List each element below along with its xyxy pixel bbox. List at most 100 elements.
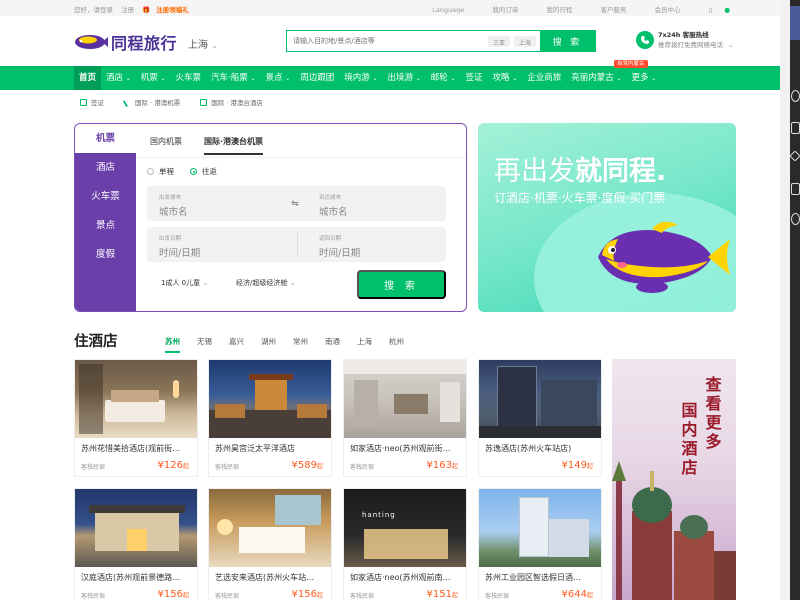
my-trips-link[interactable]: 我的行程 [546,6,572,14]
nav-item-guides[interactable]: 攻略 ⌄ [488,66,523,90]
tab-vacation[interactable]: 度假 [75,240,136,269]
return-date-field[interactable]: 返回日期 时间/日期 [307,227,446,262]
city-tab[interactable]: 苏州 [165,336,180,353]
flight-type-tabs: 国内机票 国际·港澳台机票 [150,136,285,155]
search-chip[interactable]: 上海 [513,36,536,47]
my-orders-link[interactable]: 我的订单 [492,6,518,14]
to-city-field[interactable]: 到达城市 城市名 [307,186,446,221]
hotel-card[interactable]: 汉庭酒店(苏州观前景德路… 客栈民宿 ¥156起 [74,488,198,600]
nav-item-flights[interactable]: 机票 ⌄ [136,66,171,90]
nav-item-attractions[interactable]: 景点 ⌄ [260,66,295,90]
nav-item-more[interactable]: 更多 ⌄ [627,66,662,90]
price-unit: 起 [586,463,593,470]
quick-link-intl-hotels[interactable]: 国际 · 港澳台酒店 [200,97,263,107]
city-selector[interactable]: 上海 ⌄ [188,36,218,51]
radio-label: 往返 [202,167,217,176]
city-tab[interactable]: 南通 [325,336,340,353]
cabin-selector[interactable]: 经济/超级经济舱 ⌄ [236,278,295,288]
return-date-label: 返回日期 [319,236,342,242]
wechat-icon[interactable]: ● [724,6,730,14]
register-link[interactable]: 注册 [121,6,134,14]
list-icon[interactable] [791,122,800,134]
trip-type-radios: 单程 往返 [147,166,233,177]
swap-icon[interactable]: ⇋ [287,196,303,212]
nav-item-bus-ferry[interactable]: 汽车·船票 ⌄ [206,66,260,90]
member-center-menu[interactable]: 会员中心 [655,6,681,14]
nav-item-hotel[interactable]: 酒店 ⌄ [101,66,136,90]
search-chip[interactable]: 三亚 [487,36,510,47]
greeting-login-link[interactable]: 您好，请登录 [74,6,113,14]
radio-round-trip[interactable]: 往返 [190,166,217,177]
radio-one-way[interactable]: 单程 [147,166,174,177]
city-tab[interactable]: 无锡 [197,336,212,353]
city-tab[interactable]: 杭州 [389,336,404,353]
nav-item-cruise[interactable]: 邮轮 ⌄ [426,66,461,90]
depart-date-field[interactable]: 出发日期 时间/日期 [147,227,297,262]
to-city-value: 城市名 [319,207,348,218]
banner-headline: 再出发就同程. [494,149,666,188]
hotel-tag: 客栈民宿 [215,464,240,471]
price-value: ¥126 [157,460,183,471]
tab-hotel[interactable]: 酒店 [75,153,136,182]
search-button[interactable]: 搜 索 [540,31,595,51]
hotel-card[interactable]: 苏州花惜美拾酒店(观前街… 客栈民宿 ¥126起 [74,359,198,477]
hotel-card[interactable]: 苏州工业园区智选假日酒… 客栈民宿 ¥644起 [478,488,602,600]
mobile-app-icon[interactable]: ▯ [709,6,713,14]
more-hotels-promo[interactable]: 查看更多 国内酒店 [612,359,736,600]
customer-service-menu[interactable]: 客户服务 [601,6,627,14]
cabin-label: 经济/超级经济舱 [236,279,288,287]
price-unit: 起 [316,463,323,470]
price-unit: 起 [316,592,323,599]
nav-item-outbound[interactable]: 出境游 ⌄ [382,66,425,90]
city-tab[interactable]: 嘉兴 [229,336,244,353]
city-tab[interactable]: 上海 [357,336,372,353]
nav-item-visa[interactable]: 签证 [460,66,487,90]
hotline[interactable]: 7x24h 客服热线 推荐拨打免费网络电话 ⌄ [636,30,734,50]
flight-search-button[interactable]: 搜 索 [357,270,446,299]
register-gift-link[interactable]: 注册领福礼 [156,6,189,14]
smiley-icon[interactable] [791,213,800,225]
promo-banner[interactable]: 再出发就同程. 订酒店·机票·火车票·度假·买门票 [478,123,736,312]
chevron-down-icon: ⌄ [415,75,421,82]
nav-item-domestic[interactable]: 境内游 ⌄ [339,66,382,90]
radio-circle-icon [147,168,154,175]
nav-item-local-tours[interactable]: 周边跟团 [295,66,339,90]
logo[interactable]: 同程旅行 [74,30,177,54]
hotel-price: ¥151起 [427,589,458,600]
promo-badge[interactable]: 自驾内蒙古 [614,60,648,68]
language-menu[interactable]: Language [432,6,464,14]
nav-item-home[interactable]: 首页 [74,66,102,90]
hotel-card[interactable]: 苏州昊宫泛太平洋酒店 客栈民宿 ¥589起 [208,359,332,477]
rail-promo-badge[interactable] [790,6,800,40]
logo-fish-icon [75,35,108,49]
price-value: ¥163 [426,460,452,471]
return-date-value: 时间/日期 [319,248,361,259]
hotel-card[interactable]: 艺选安来酒店(苏州火车站… 客栈民宿 ¥156起 [208,488,332,600]
hotel-card[interactable]: hanting 如家酒店·neo(苏州观前南… 客栈民宿 ¥151起 [343,488,467,600]
hotel-card[interactable]: 苏逸酒店(苏州火车站店) ¥149起 [478,359,602,477]
nav-item-inner-mongolia[interactable]: 亮丽内蒙古 ⌄ [566,66,626,90]
user-icon[interactable] [791,90,800,102]
tab-train[interactable]: 火车票 [75,182,136,211]
booking-category-tabs: 机票 酒店 火车票 景点 度假 [75,124,136,311]
city-tab[interactable]: 常州 [293,336,308,353]
tab-international-flights[interactable]: 国际·港澳台机票 [204,136,264,155]
star-icon[interactable] [789,150,800,162]
quick-link-intl-flights[interactable]: 国际 · 港澳机票 [122,97,180,107]
edit-icon[interactable] [791,183,800,195]
from-city-field[interactable]: 出发城市 城市名 [147,186,287,221]
nav-item-train[interactable]: 火车票 [171,66,207,90]
city-tab[interactable]: 湖州 [261,336,276,353]
tab-flights[interactable]: 机票 [75,124,136,153]
page-scrollbar[interactable] [780,0,790,600]
city-filter-tabs: 苏州 无锡 嘉兴 湖州 常州 南通 上海 杭州 [165,336,421,353]
quick-link-visa[interactable]: 签证 [80,97,104,107]
nav-item-business-travel[interactable]: 企业商旅 [522,66,566,90]
hotel-card[interactable]: 如家酒店·neo(苏州观前街… 客栈民宿 ¥163起 [343,359,467,477]
hotel-name: 苏州花惜美拾酒店(观前街… [81,444,181,453]
search-input[interactable] [287,31,488,51]
passenger-selector[interactable]: 1成人 0儿童 ⌄ [161,278,208,288]
tab-domestic-flights[interactable]: 国内机票 [150,136,182,155]
divider [136,157,466,158]
tab-attractions[interactable]: 景点 [75,211,136,240]
